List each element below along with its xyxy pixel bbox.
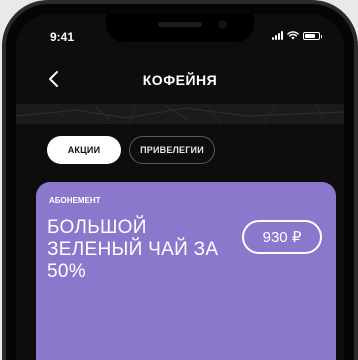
speaker-grille (158, 22, 202, 27)
phone-frame: 9:41 КОФЕЙНЯ АКЦИИ ПРИВЕЛЕГИИ АБОНЕМЕНТ … (2, 0, 358, 360)
price-button[interactable]: 930 ₽ (242, 220, 322, 254)
tab-promotions[interactable]: АКЦИИ (47, 136, 121, 164)
app-screen: 9:41 КОФЕЙНЯ АКЦИИ ПРИВЕЛЕГИИ АБОНЕМЕНТ … (16, 14, 344, 360)
promo-title: БОЛЬШОЙ ЗЕЛЕНЫЙ ЧАЙ ЗА 50% (47, 217, 219, 282)
cellular-signal-icon (272, 31, 283, 40)
segment-tabs: АКЦИИ ПРИВЕЛЕГИИ (47, 136, 215, 164)
map-roads (16, 103, 344, 125)
wifi-icon (287, 31, 299, 40)
status-icons (272, 31, 322, 40)
battery-icon (303, 31, 322, 40)
promo-card[interactable]: АБОНЕМЕНТ БОЛЬШОЙ ЗЕЛЕНЫЙ ЧАЙ ЗА 50% 930… (36, 182, 336, 360)
notch (106, 14, 254, 42)
status-time: 9:41 (50, 30, 75, 44)
promo-kicker: АБОНЕМЕНТ (49, 196, 101, 205)
page-title: КОФЕЙНЯ (142, 72, 218, 88)
front-camera (218, 20, 227, 29)
tab-privileges[interactable]: ПРИВЕЛЕГИИ (129, 136, 215, 164)
map-preview[interactable] (16, 103, 344, 125)
